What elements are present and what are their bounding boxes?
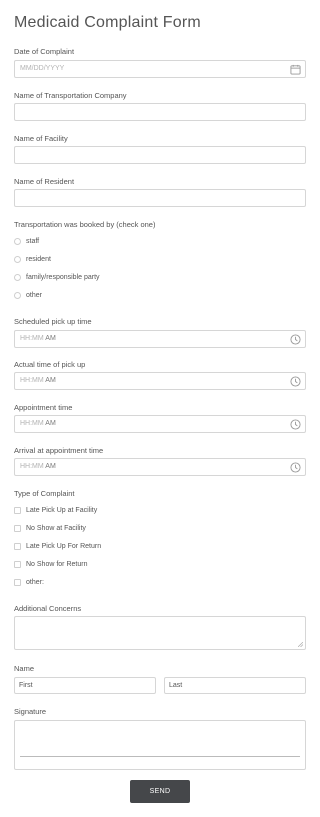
resize-grip-icon[interactable] bbox=[298, 642, 303, 647]
checkbox-label: Late Pick Up at Facility bbox=[26, 506, 98, 514]
clock-icon[interactable] bbox=[290, 419, 301, 430]
signature-line bbox=[20, 756, 300, 757]
radio-option-other[interactable]: other bbox=[14, 290, 42, 300]
date-input[interactable]: MM/DD/YYYY bbox=[14, 60, 306, 78]
time-placeholder: HH:MM bbox=[20, 463, 44, 470]
arrival-time-input[interactable]: HH:MM AM bbox=[14, 458, 306, 476]
appointment-time-label: Appointment time bbox=[14, 403, 73, 412]
checkbox[interactable] bbox=[14, 524, 21, 532]
signature-label: Signature bbox=[14, 707, 47, 716]
ampm-text: AM bbox=[45, 463, 56, 470]
time-placeholder: HH:MM bbox=[20, 377, 44, 384]
radio-option-family[interactable]: family/responsible party bbox=[14, 272, 100, 282]
actual-pickup-input[interactable]: HH:MM AM bbox=[14, 372, 306, 390]
checkbox-option-other[interactable]: other: bbox=[14, 577, 44, 587]
signature-pad[interactable] bbox=[14, 720, 306, 770]
scheduled-pickup-input[interactable]: HH:MM AM bbox=[14, 330, 306, 348]
checkbox[interactable] bbox=[14, 542, 21, 550]
company-input[interactable] bbox=[14, 103, 306, 121]
clock-icon[interactable] bbox=[290, 376, 301, 387]
radio-button[interactable] bbox=[14, 237, 21, 245]
radio-label: staff bbox=[26, 237, 40, 245]
checkbox-label: Late Pick Up For Return bbox=[26, 542, 102, 550]
clock-icon[interactable] bbox=[290, 334, 301, 345]
last-name-input[interactable]: Last bbox=[164, 677, 306, 694]
resident-input[interactable] bbox=[14, 189, 306, 207]
radio-label: family/responsible party bbox=[26, 273, 100, 281]
ampm-text: AM bbox=[45, 420, 56, 427]
checkbox[interactable] bbox=[14, 506, 21, 514]
form-title: Medicaid Complaint Form bbox=[14, 14, 201, 31]
checkbox[interactable] bbox=[14, 578, 21, 586]
checkbox-option-late-pickup-facility[interactable]: Late Pick Up at Facility bbox=[14, 505, 97, 515]
checkbox-label: other: bbox=[26, 578, 44, 586]
checkbox-option-no-show-facility[interactable]: No Show at Facility bbox=[14, 523, 86, 533]
scheduled-pickup-label: Scheduled pick up time bbox=[14, 317, 92, 326]
first-name-placeholder: First bbox=[19, 682, 33, 689]
date-label: Date of Complaint bbox=[14, 47, 75, 56]
radio-label: other bbox=[26, 291, 42, 299]
time-placeholder: HH:MM bbox=[20, 335, 44, 342]
concerns-textarea[interactable] bbox=[14, 616, 306, 650]
checkbox[interactable] bbox=[14, 560, 21, 568]
radio-label: resident bbox=[26, 255, 51, 263]
booked-label: Transportation was booked by (check one) bbox=[14, 220, 156, 229]
last-name-placeholder: Last bbox=[169, 682, 183, 689]
ampm-text: AM bbox=[45, 335, 56, 342]
radio-option-staff[interactable]: staff bbox=[14, 236, 39, 246]
clock-icon[interactable] bbox=[290, 462, 301, 473]
appointment-time-input[interactable]: HH:MM AM bbox=[14, 415, 306, 433]
radio-button[interactable] bbox=[14, 291, 21, 299]
send-button[interactable]: SEND bbox=[130, 780, 190, 803]
facility-label: Name of Facility bbox=[14, 134, 68, 143]
arrival-time-label: Arrival at appointment time bbox=[14, 446, 104, 455]
complaint-type-label: Type of Complaint bbox=[14, 489, 75, 498]
checkbox-label: No Show for Return bbox=[26, 560, 88, 568]
radio-button[interactable] bbox=[14, 273, 21, 281]
date-placeholder: MM/DD/YYYY bbox=[20, 65, 65, 72]
radio-option-resident[interactable]: resident bbox=[14, 254, 51, 264]
first-name-input[interactable]: First bbox=[14, 677, 156, 694]
checkbox-option-no-show-return[interactable]: No Show for Return bbox=[14, 559, 87, 569]
checkbox-label: No Show at Facility bbox=[26, 524, 86, 532]
checkbox-option-late-pickup-return[interactable]: Late Pick Up For Return bbox=[14, 541, 101, 551]
ampm-text: AM bbox=[45, 377, 56, 384]
concerns-label: Additional Concerns bbox=[14, 604, 82, 613]
resident-label: Name of Resident bbox=[14, 177, 75, 186]
facility-input[interactable] bbox=[14, 146, 306, 164]
time-placeholder: HH:MM bbox=[20, 420, 44, 427]
name-label: Name bbox=[14, 664, 35, 673]
radio-button[interactable] bbox=[14, 255, 21, 263]
company-label: Name of Transportation Company bbox=[14, 91, 127, 100]
actual-pickup-label: Actual time of pick up bbox=[14, 360, 86, 369]
calendar-icon[interactable] bbox=[290, 64, 301, 75]
